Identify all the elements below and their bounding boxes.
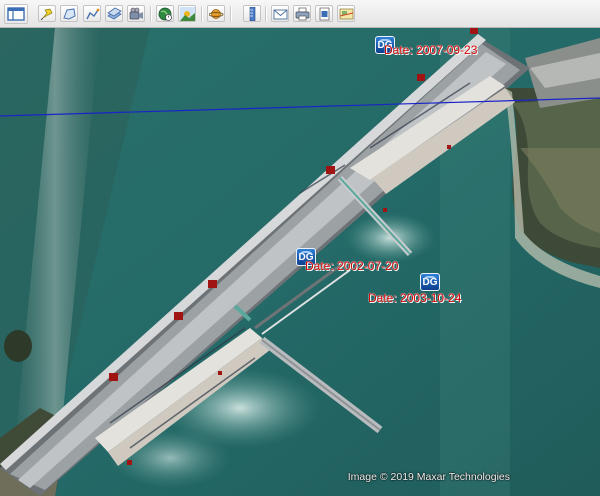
imagery-date-label: Date: 2007-09-23 (384, 43, 478, 57)
overlay-icon (107, 7, 122, 20)
add-polygon-button[interactable] (60, 5, 78, 22)
toolbar-separator (201, 6, 203, 22)
toolbar-separator (150, 6, 152, 22)
earth-window: DG Date: 2007-09-23 DG Date: 2002-07-20 … (0, 0, 600, 496)
planet-icon (209, 9, 224, 19)
toolbar-separator (230, 6, 232, 22)
email-button[interactable] (271, 5, 289, 22)
imagery-attribution: Image © 2019 Maxar Technologies (347, 471, 510, 483)
clock-globe-icon (158, 7, 172, 21)
panel-icon (7, 7, 25, 21)
polygon-icon (63, 8, 76, 20)
envelope-icon (273, 9, 288, 20)
tour-icon (129, 7, 143, 20)
sidebar-toggle-button[interactable] (4, 4, 28, 24)
path-icon (86, 8, 100, 20)
sun-landscape-icon (180, 7, 195, 21)
sunlight-button[interactable] (178, 5, 196, 22)
map-view[interactable]: DG Date: 2007-09-23 DG Date: 2002-07-20 … (0, 28, 600, 496)
add-image-overlay-button[interactable] (105, 5, 123, 22)
map-view-icon (339, 8, 354, 20)
switch-planet-button[interactable] (207, 5, 225, 22)
view-in-maps-button[interactable] (337, 5, 355, 22)
printer-icon (295, 7, 310, 21)
add-placemark-button[interactable] (38, 5, 56, 22)
imagery-date-label: Date: 2002-07-20 (305, 259, 399, 273)
ruler-icon (249, 7, 256, 21)
print-button[interactable] (293, 5, 311, 22)
imagery-date-label: Date: 2003-10-24 (368, 291, 462, 305)
toolbar (0, 0, 600, 28)
historical-imagery-button[interactable] (156, 5, 174, 22)
save-image-icon (319, 7, 330, 21)
toolbar-separator (265, 6, 267, 22)
save-image-button[interactable] (315, 5, 333, 22)
record-tour-button[interactable] (127, 5, 145, 22)
ruler-button[interactable] (243, 5, 261, 22)
pushpin-icon (40, 8, 53, 21)
imagery-marker-icon[interactable]: DG (420, 273, 440, 291)
add-path-button[interactable] (83, 5, 101, 22)
